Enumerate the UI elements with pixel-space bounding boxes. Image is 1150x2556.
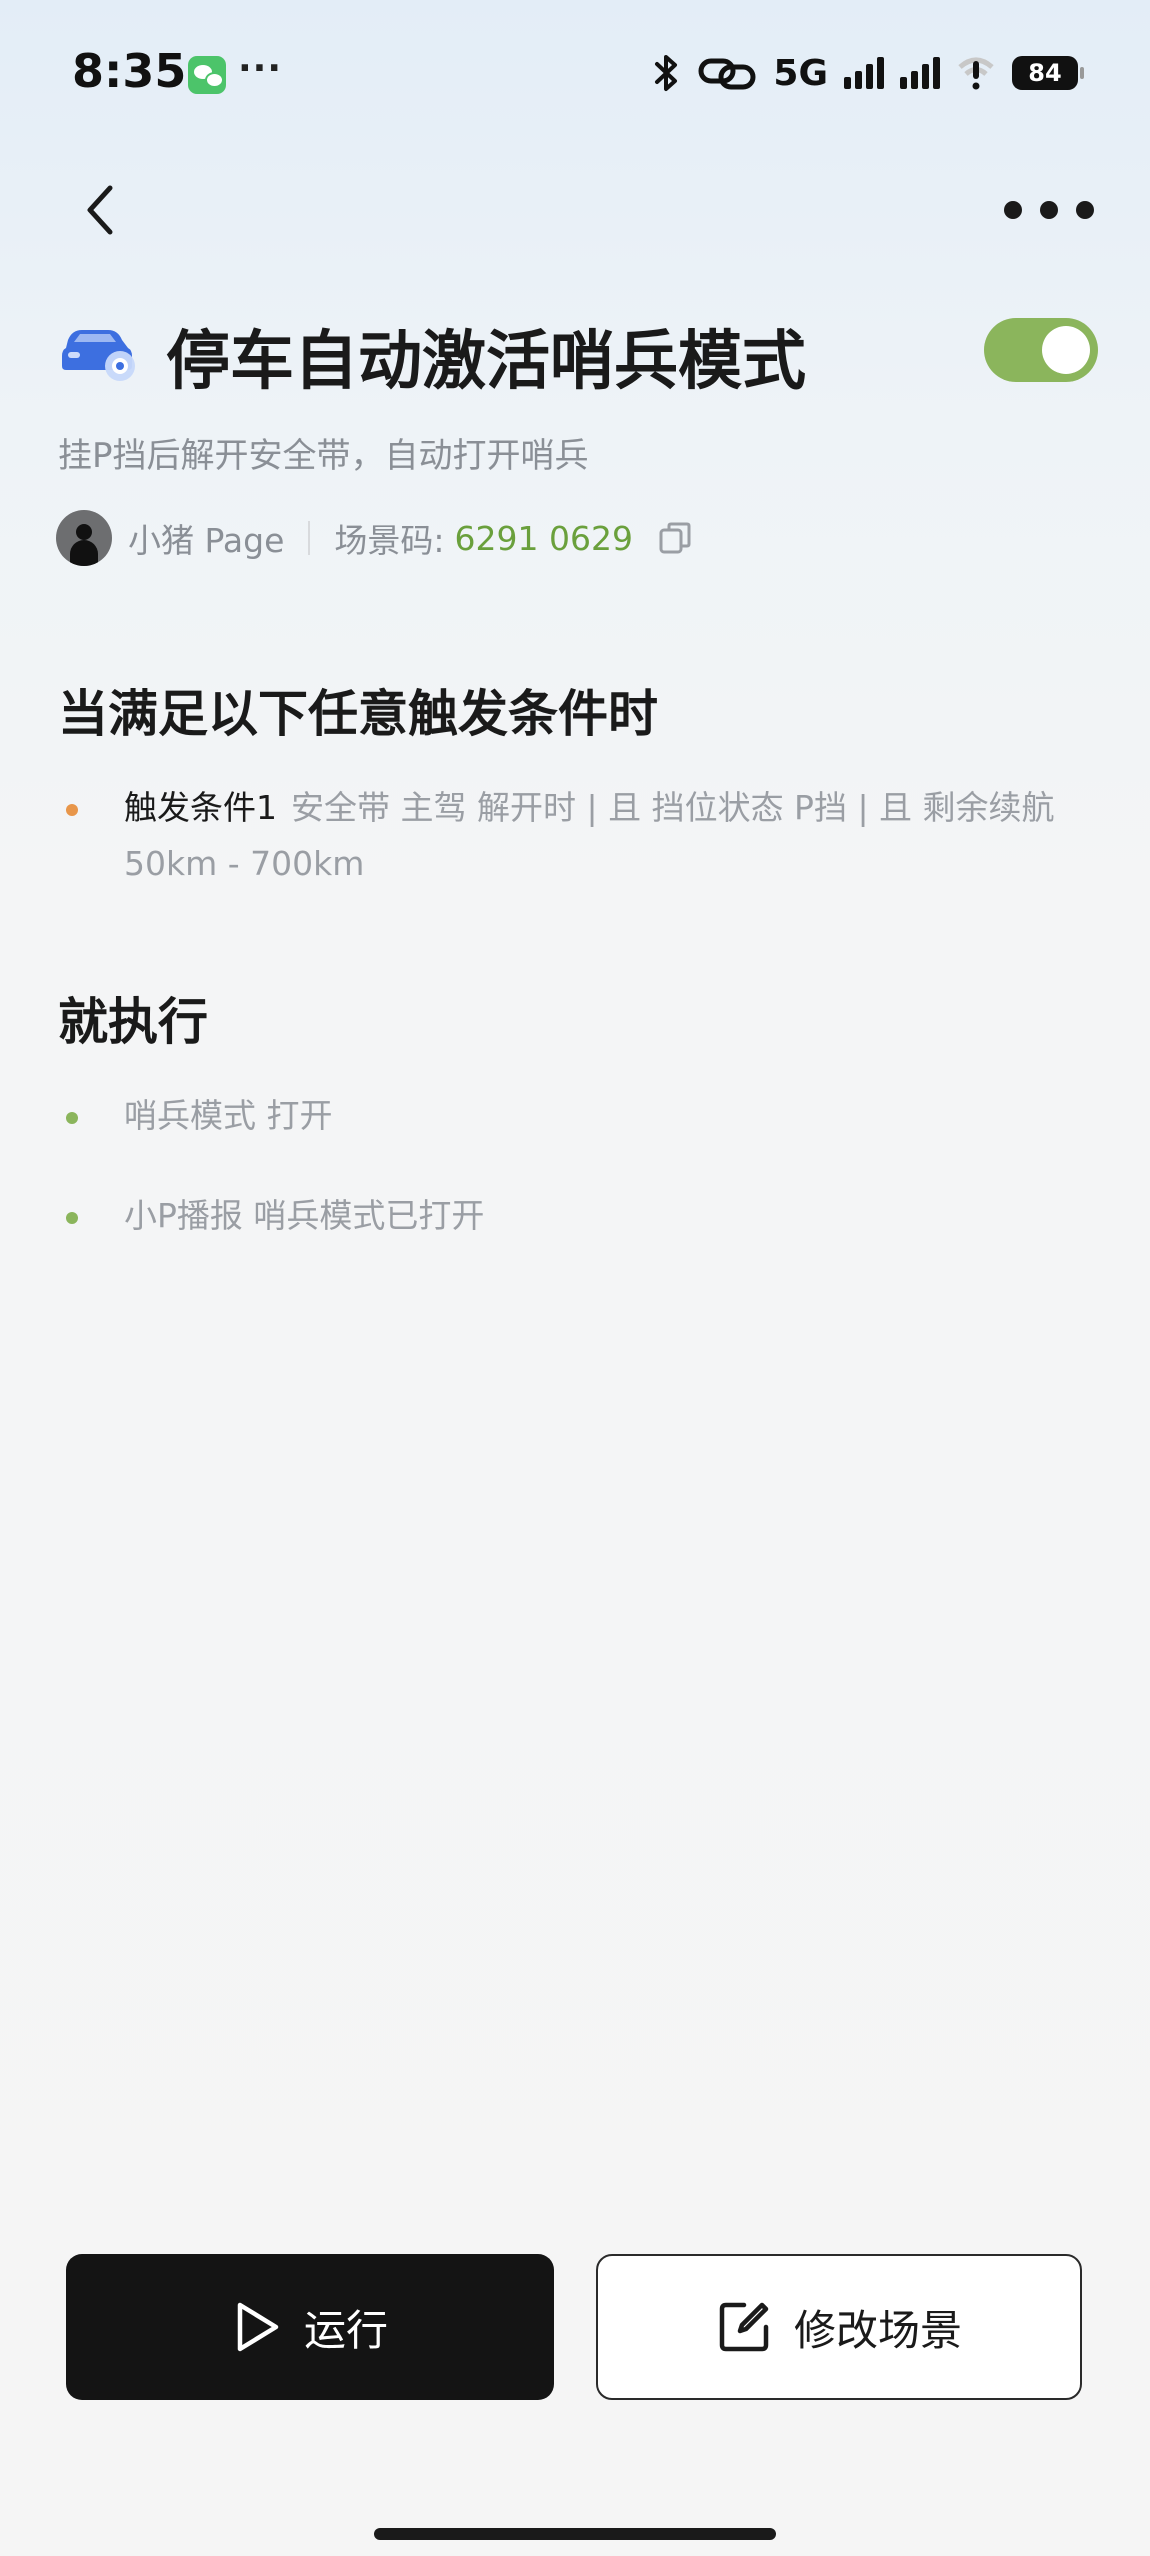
signal-strength-icon-2 xyxy=(900,57,940,89)
edit-scene-button-label: 修改场景 xyxy=(793,2305,962,2355)
chevron-left-icon xyxy=(87,185,113,235)
more-dot-icon xyxy=(1076,201,1094,219)
conditions-heading: 当满足以下任意触发条件时 xyxy=(58,685,658,743)
meta-divider xyxy=(308,521,311,555)
battery-icon: 84 xyxy=(1012,56,1084,90)
scene-header: 停车自动激活哨兵模式 xyxy=(58,300,1098,400)
scene-enable-toggle[interactable] xyxy=(984,318,1098,382)
car-icon xyxy=(62,330,135,381)
author-name[interactable]: 小猪 Page xyxy=(128,514,284,562)
more-dot-icon xyxy=(1040,201,1058,219)
action-item: 哨兵模式 打开 xyxy=(58,1088,1058,1144)
more-dot-icon xyxy=(1004,201,1022,219)
action-item: 小P播报 哨兵模式已打开 xyxy=(58,1188,1058,1244)
hotspot-link-icon xyxy=(698,58,756,90)
status-time: 8:35 xyxy=(72,44,187,98)
condition-bullet xyxy=(66,804,78,816)
condition-label: 触发条件1 xyxy=(124,788,277,827)
bluetooth-icon xyxy=(655,55,678,91)
wechat-notification-icon xyxy=(188,56,226,94)
status-bar: 8:35 ··· 5G 84 xyxy=(0,0,1150,150)
action-bullet xyxy=(66,1212,78,1224)
back-button[interactable] xyxy=(74,180,134,240)
wifi-warning-icon xyxy=(958,57,994,90)
action-bullet xyxy=(66,1112,78,1124)
author-avatar[interactable] xyxy=(56,510,112,566)
network-type: 5G xyxy=(773,52,828,94)
home-indicator[interactable] xyxy=(374,2528,776,2540)
action-text: 哨兵模式 打开 xyxy=(124,1096,333,1135)
run-button[interactable]: 运行 xyxy=(66,2254,554,2400)
copy-icon[interactable] xyxy=(657,520,693,556)
edit-scene-button[interactable]: 修改场景 xyxy=(596,2254,1082,2400)
play-icon xyxy=(237,2302,279,2352)
run-button-label: 运行 xyxy=(303,2305,388,2355)
nav-bar xyxy=(0,170,1150,250)
more-notifications-indicator: ··· xyxy=(238,48,283,89)
more-options-button[interactable] xyxy=(1004,188,1094,232)
signal-strength-icon xyxy=(844,57,884,89)
edit-icon xyxy=(719,2302,769,2352)
scene-code-label: 场景码: xyxy=(334,521,445,560)
status-icons: 5G 84 xyxy=(651,48,1084,98)
scene-title: 停车自动激活哨兵模式 xyxy=(166,325,806,399)
condition-text: 触发条件1 安全带 主驾 解开时 | 且 挡位状态 P挡 | 且 剩余续航 50k… xyxy=(124,780,1124,892)
scene-code-value: 6291 0629 xyxy=(454,518,633,558)
toggle-knob xyxy=(1042,326,1090,374)
scene-meta: 小猪 Page 场景码: 6291 0629 xyxy=(56,508,693,568)
actions-heading: 就执行 xyxy=(58,993,208,1051)
scene-description: 挂P挡后解开安全带，自动打开哨兵 xyxy=(58,436,589,476)
action-text: 小P播报 哨兵模式已打开 xyxy=(124,1196,485,1235)
